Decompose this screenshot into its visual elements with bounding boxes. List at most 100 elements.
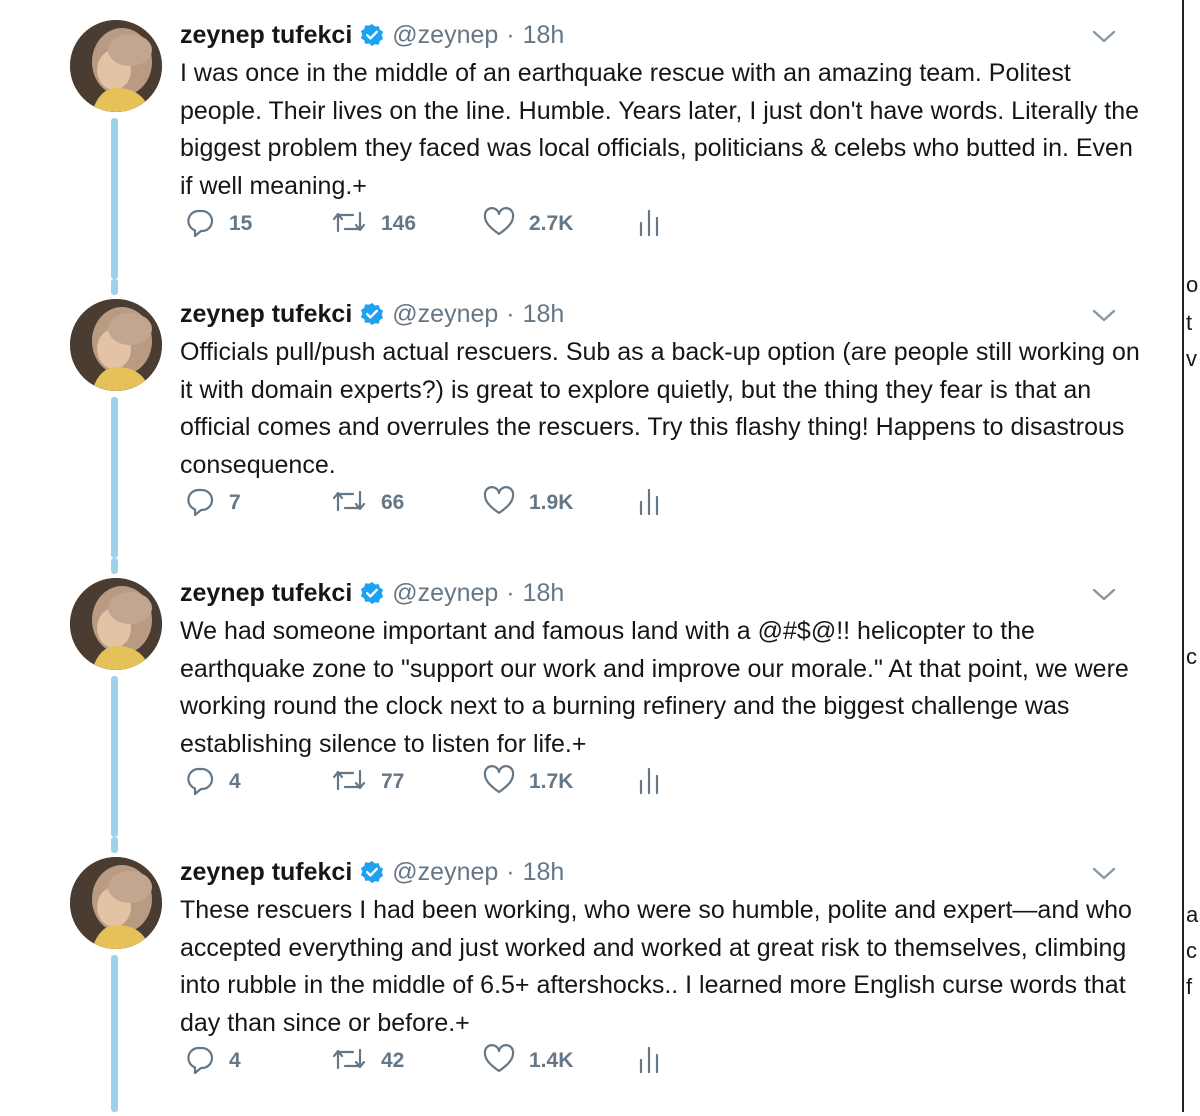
timestamp[interactable]: 18h [523,858,565,887]
reply-count: 4 [229,1049,241,1072]
analytics-icon [637,486,661,521]
tweet-text: These rescuers I had been working, who w… [180,896,1132,1037]
avatar[interactable] [70,299,162,391]
panel-edge-char: v [1186,346,1197,371]
retweet-button[interactable]: 77 [331,764,404,800]
like-icon [483,485,515,521]
analytics-icon [637,765,661,800]
retweet-icon [331,1044,367,1079]
avatar[interactable] [70,578,162,670]
retweet-count: 66 [381,491,405,514]
retweet-icon [331,486,367,521]
tweet-header: zeynep tufekci @zeynep · 18h [180,18,564,52]
panel-edge-char: t [1186,310,1193,335]
reply-icon [185,486,215,521]
tweet[interactable]: zeynep tufekci @zeynep · 18h We had some… [0,558,1180,837]
thread-line [111,279,118,295]
retweet-button[interactable]: 66 [331,485,404,521]
like-icon [483,764,515,800]
retweet-icon [331,207,367,242]
like-count: 1.4K [529,1049,574,1072]
verified-badge-icon [360,302,384,326]
like-button[interactable]: 1.7K [483,764,573,800]
reply-count: 15 [229,212,253,235]
panel-edge-char: c [1186,644,1197,669]
reply-icon [185,207,215,242]
reply-button[interactable]: 7 [185,485,241,521]
tweet[interactable]: zeynep tufekci @zeynep · 18h I was once … [0,0,1180,279]
analytics-icon [637,1044,661,1079]
tweet-header: zeynep tufekci @zeynep · 18h [180,855,564,889]
avatar[interactable] [70,857,162,949]
verified-badge-icon [360,860,384,884]
author-name[interactable]: zeynep tufekci [180,579,352,608]
analytics-button[interactable] [637,764,661,800]
like-icon [483,206,515,242]
reply-icon [185,765,215,800]
separator: · [506,578,515,607]
thread-line [111,955,118,1112]
reply-count: 7 [229,491,241,514]
like-icon [483,1043,515,1079]
thread-line [111,558,118,574]
tweet-header: zeynep tufekci @zeynep · 18h [180,576,564,610]
analytics-icon [637,207,661,242]
reply-button[interactable]: 4 [185,764,241,800]
analytics-button[interactable] [637,206,661,242]
like-button[interactable]: 1.4K [483,1043,573,1079]
adjacent-panel-edge: o t v c a c f [1182,0,1200,1112]
tweet[interactable]: zeynep tufekci @zeynep · 18h Officials p… [0,279,1180,558]
thread-line [111,837,118,853]
analytics-button[interactable] [637,1043,661,1079]
thread-line [111,118,118,279]
author-name[interactable]: zeynep tufekci [180,858,352,887]
reply-button[interactable]: 4 [185,1043,241,1079]
retweet-count: 77 [381,770,405,793]
avatar[interactable] [70,20,162,112]
like-button[interactable]: 2.7K [483,206,573,242]
author-handle[interactable]: @zeynep [392,21,498,50]
verified-badge-icon [360,581,384,605]
author-handle[interactable]: @zeynep [392,300,498,329]
separator: · [506,857,515,886]
tweet-text: We had someone important and famous land… [180,617,1129,758]
panel-edge-char: c [1186,938,1197,963]
separator: · [506,20,515,49]
chevron-down-icon[interactable] [1090,580,1118,608]
like-count: 1.9K [529,491,574,514]
panel-edge-char: a [1186,902,1199,927]
author-handle[interactable]: @zeynep [392,579,498,608]
panel-edge-char: f [1186,974,1193,999]
like-button[interactable]: 1.9K [483,485,573,521]
tweet-text: I was once in the middle of an earthquak… [180,59,1140,200]
reply-icon [185,1044,215,1079]
chevron-down-icon[interactable] [1090,301,1118,329]
panel-edge-char: o [1186,272,1199,297]
analytics-button[interactable] [637,485,661,521]
separator: · [506,299,515,328]
timestamp[interactable]: 18h [523,21,565,50]
author-name[interactable]: zeynep tufekci [180,21,352,50]
retweet-count: 146 [381,212,417,235]
like-count: 2.7K [529,212,574,235]
verified-badge-icon [360,23,384,47]
retweet-icon [331,765,367,800]
timestamp[interactable]: 18h [523,300,565,329]
timestamp[interactable]: 18h [523,579,565,608]
reply-button[interactable]: 15 [185,206,252,242]
retweet-button[interactable]: 42 [331,1043,404,1079]
thread-line [111,676,118,837]
thread-line [111,397,118,558]
tweet-thread: zeynep tufekci @zeynep · 18h I was once … [0,0,1180,1112]
retweet-button[interactable]: 146 [331,206,416,242]
retweet-count: 42 [381,1049,405,1072]
author-handle[interactable]: @zeynep [392,858,498,887]
tweet-text: Officials pull/push actual rescuers. Sub… [180,338,1140,479]
tweet-header: zeynep tufekci @zeynep · 18h [180,297,564,331]
reply-count: 4 [229,770,241,793]
chevron-down-icon[interactable] [1090,22,1118,50]
tweet[interactable]: zeynep tufekci @zeynep · 18h These rescu… [0,837,1180,1116]
author-name[interactable]: zeynep tufekci [180,300,352,329]
like-count: 1.7K [529,770,574,793]
chevron-down-icon[interactable] [1090,859,1118,887]
